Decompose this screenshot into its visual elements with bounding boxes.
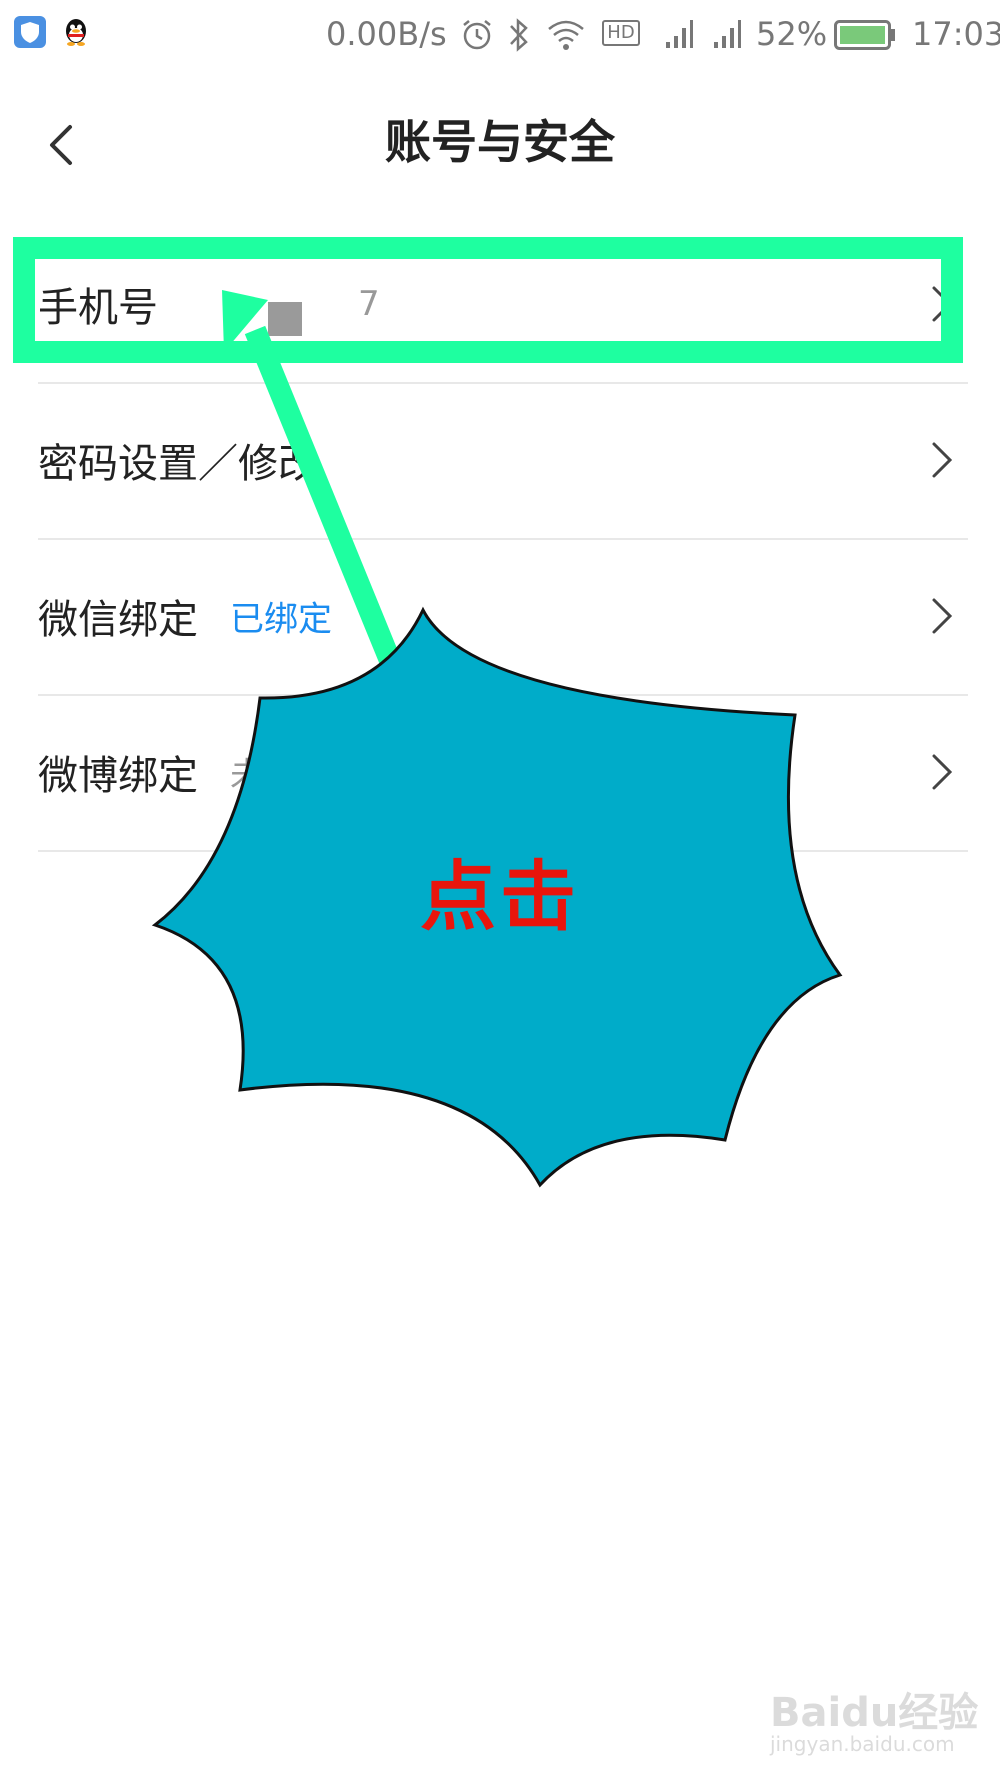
qq-penguin-icon xyxy=(66,19,86,46)
chevron-right-icon xyxy=(932,442,953,478)
alarm-icon xyxy=(463,20,491,50)
signal-icon-1 xyxy=(666,20,693,48)
header: 账号与安全 xyxy=(0,90,1000,210)
watermark-url: jingyan.baidu.com xyxy=(770,1732,955,1756)
row-label-weibo: 微博绑定 xyxy=(38,753,198,799)
watermark: Baidu经验 jingyan.baidu.com xyxy=(770,1680,978,1770)
chevron-right-icon xyxy=(932,754,953,790)
row-value-phone: 7 xyxy=(358,284,380,324)
battery-icon xyxy=(834,20,895,50)
bluetooth-icon xyxy=(510,18,528,52)
callout-text: 点击 xyxy=(420,852,580,941)
row-value-weibo: 未 xyxy=(230,755,264,796)
watermark-logo: Baidu经验 xyxy=(770,1690,979,1736)
wifi-icon xyxy=(548,20,584,50)
shield-icon xyxy=(14,16,46,48)
row-label-phone: 手机号 xyxy=(38,285,158,331)
chevron-right-icon xyxy=(932,286,953,322)
page-title: 账号与安全 xyxy=(385,115,615,169)
network-speed: 0.00B/s xyxy=(326,15,447,53)
wechat-binding-row[interactable]: 微信绑定 已绑定 xyxy=(38,538,968,696)
row-label-password: 密码设置／修改 xyxy=(38,441,318,487)
phone-number-row[interactable]: 手机号 7 xyxy=(38,226,968,384)
weibo-binding-row[interactable]: 微博绑定 未 xyxy=(38,694,968,852)
status-bar: 0.00B/s HD 52% 17:03 xyxy=(0,0,1000,72)
hd-badge: HD xyxy=(602,20,640,46)
row-label-wechat: 微信绑定 xyxy=(38,597,198,643)
battery-percent: 52% xyxy=(756,15,828,53)
row-value-wechat: 已绑定 xyxy=(230,599,332,640)
chevron-right-icon xyxy=(932,598,953,634)
password-row[interactable]: 密码设置／修改 xyxy=(38,382,968,540)
clock: 17:03 xyxy=(912,15,1000,53)
signal-icon-2 xyxy=(714,20,741,48)
